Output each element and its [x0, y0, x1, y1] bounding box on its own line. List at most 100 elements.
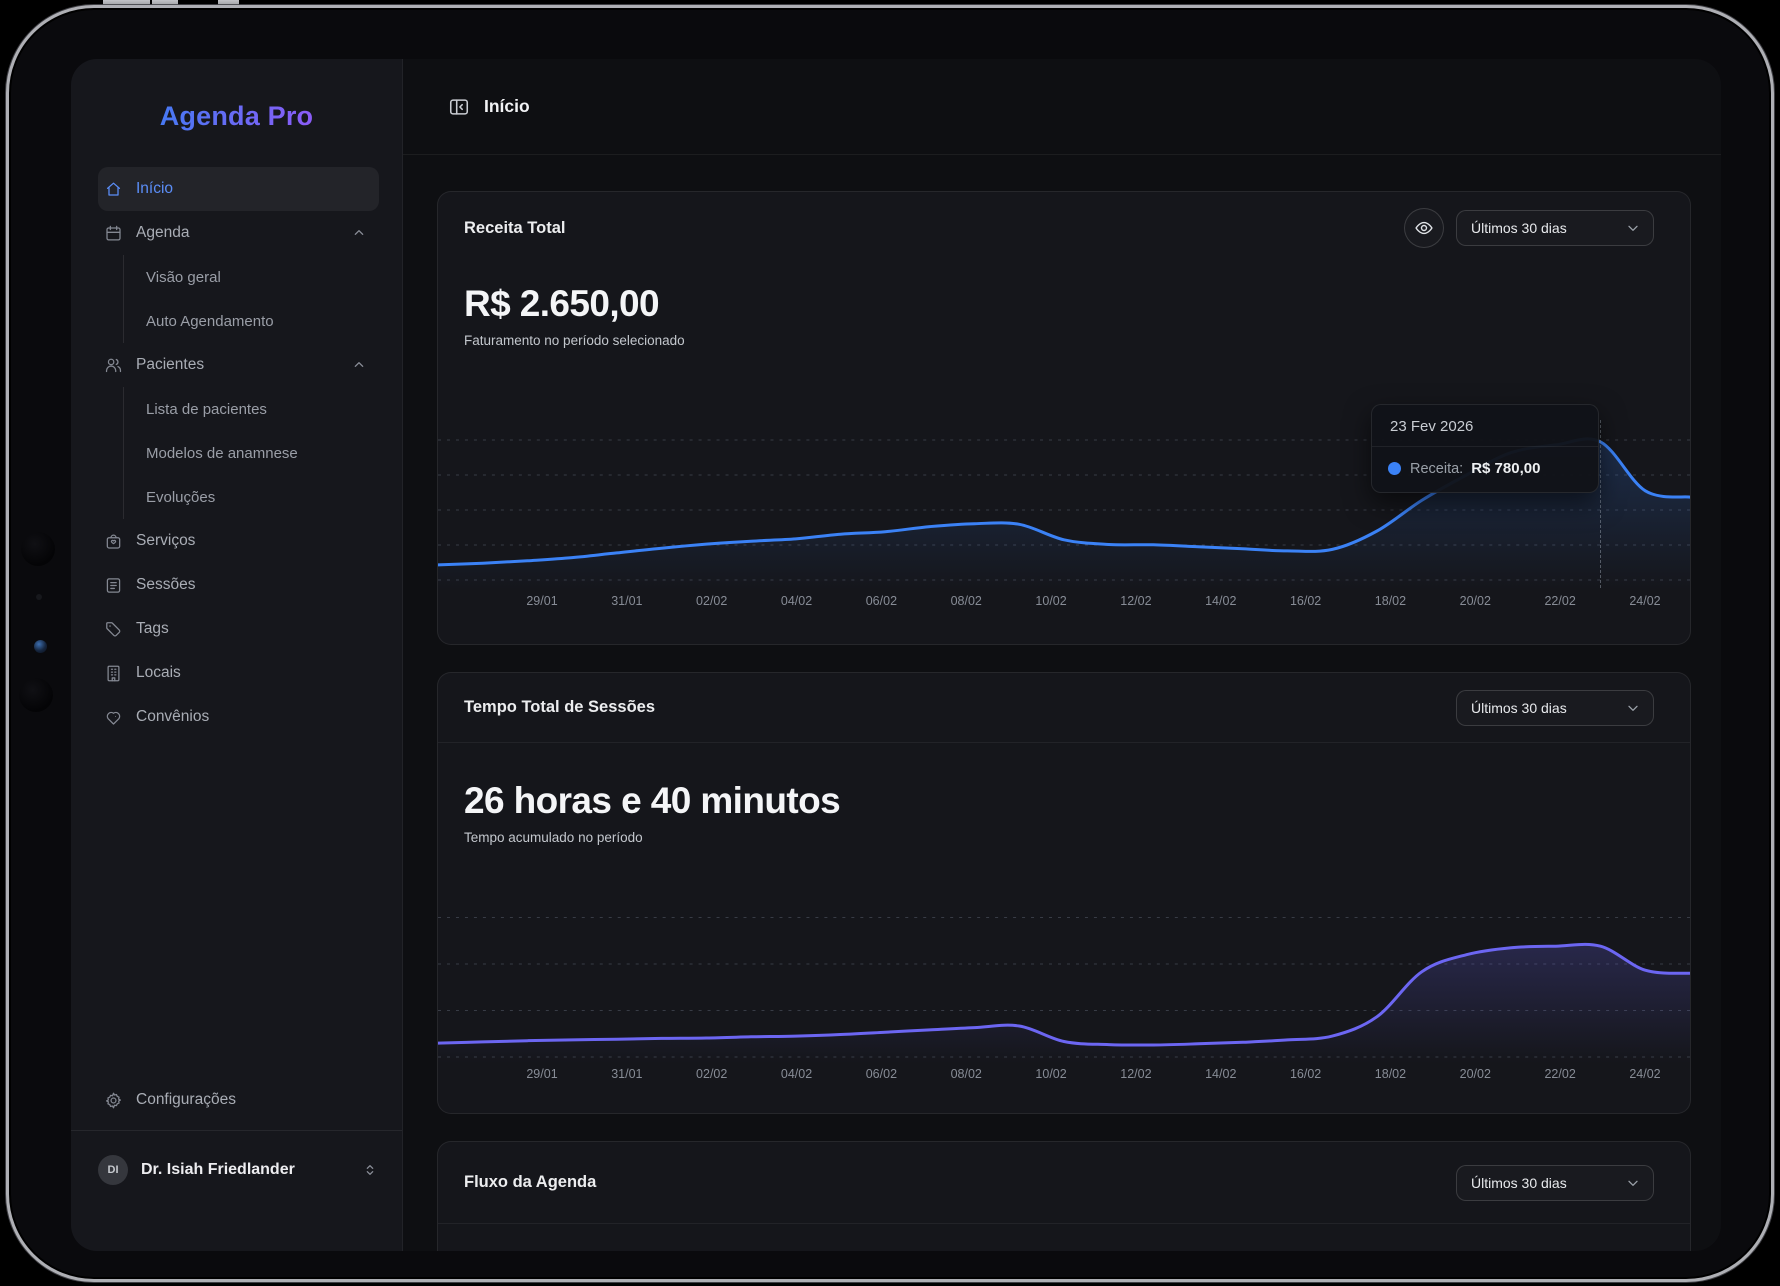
card-title: Fluxo da Agenda: [464, 1173, 596, 1192]
sidebar-spacer: [71, 739, 402, 1078]
series-dot-icon: [1388, 462, 1401, 475]
x-axis-label: 10/02: [1030, 1067, 1072, 1089]
x-axis-label: 29/01: [521, 594, 563, 616]
x-axis-label: 08/02: [945, 1067, 987, 1089]
avatar: DI: [98, 1155, 128, 1185]
main-area: Início Receita Total: [403, 59, 1721, 1251]
x-axis-label: 22/02: [1539, 1067, 1581, 1089]
x-axis-labels: 29/0131/0102/0204/0206/0208/0210/0212/02…: [438, 1063, 1690, 1089]
tablet-mockup: Agenda Pro Início Agenda Visão geralAuto A…: [0, 0, 1780, 1286]
revenue-total-value: R$ 2.650,00: [438, 282, 1690, 326]
session-time-value: 26 horas e 40 minutos: [438, 779, 1690, 823]
session-time-card-header: Tempo Total de Sessões Últimos 30 dias: [438, 673, 1690, 743]
sidebar-subitem-lista-de-pacientes[interactable]: Lista de pacientes: [124, 387, 402, 431]
content: Receita Total Últimos 30 dias: [403, 155, 1721, 1251]
camera-lens-icon: [21, 532, 55, 566]
chevron-up-icon: [351, 225, 367, 241]
chevron-down-icon: [1625, 1175, 1641, 1191]
x-axis-label: 20/02: [1454, 594, 1496, 616]
sidebar-nav: Início Agenda Visão geralAuto AgendamentoP…: [71, 163, 402, 739]
date-range-value: Últimos 30 dias: [1471, 220, 1567, 236]
agenda-flow-card-header: Fluxo da Agenda Últimos 30 dias: [438, 1142, 1690, 1224]
date-range-select[interactable]: Últimos 30 dias: [1456, 1165, 1654, 1201]
app-screen: Agenda Pro Início Agenda Visão geralAuto A…: [71, 59, 1721, 1251]
divider: [71, 1130, 402, 1131]
agenda-flow-body: [438, 1224, 1690, 1251]
x-axis-label: 02/02: [691, 594, 733, 616]
chevron-down-icon: [1625, 220, 1641, 236]
camera-dot-icon: [36, 594, 42, 600]
user-name: Dr. Isiah Friedlander: [141, 1161, 295, 1179]
sidebar-bottom: Configurações DI Dr. Isiah Friedlander: [71, 1078, 402, 1251]
sidebar-subitem-evolucoes[interactable]: Evoluções: [124, 475, 402, 519]
sidebar-item-configuracoes[interactable]: Configurações: [98, 1078, 379, 1122]
sidebar-item-label: Início: [136, 180, 173, 198]
camera-lens-icon: [19, 678, 53, 712]
sidebar-item-label: Tags: [136, 620, 169, 638]
session-time-card: Tempo Total de Sessões Últimos 30 dias: [437, 672, 1691, 1114]
session-time-subtitle: Tempo acumulado no período: [438, 829, 1690, 847]
tooltip-series-label: Receita:: [1410, 461, 1463, 477]
gear-icon: [104, 1091, 123, 1110]
x-axis-label: 08/02: [945, 594, 987, 616]
x-axis-label: 20/02: [1454, 1067, 1496, 1089]
sidebar-item-inicio[interactable]: Início: [98, 167, 379, 211]
file-icon: [104, 576, 123, 595]
sidebar-item-locais[interactable]: Locais: [98, 651, 379, 695]
tag-icon: [104, 620, 123, 639]
camera-sensor-icon: [34, 640, 47, 653]
x-axis-label: 04/02: [776, 1067, 818, 1089]
x-axis-label: 12/02: [1115, 594, 1157, 616]
x-axis-label: 18/02: [1369, 1067, 1411, 1089]
x-axis-label: 06/02: [860, 594, 902, 616]
sidebar-item-convenios[interactable]: Convênios: [98, 695, 379, 739]
x-axis-label: 16/02: [1285, 594, 1327, 616]
page-title: Início: [484, 96, 530, 117]
sidebar-item-label: Configurações: [136, 1091, 236, 1109]
app-logo-text: Agenda Pro: [160, 101, 314, 132]
visibility-toggle-button[interactable]: [1404, 208, 1444, 248]
revenue-chart[interactable]: 23 Fev 2026 Receita: R$ 780,00: [438, 416, 1690, 590]
chart-crosshair: [1600, 420, 1601, 588]
revenue-card: Receita Total Últimos 30 dias: [437, 191, 1691, 645]
chevron-down-icon: [1625, 700, 1641, 716]
sidebar-item-agenda[interactable]: Agenda: [98, 211, 379, 255]
x-axis-label: 24/02: [1624, 594, 1666, 616]
x-axis-label: 31/01: [606, 594, 648, 616]
sidebar-item-pacientes[interactable]: Pacientes: [98, 343, 379, 387]
sidebar-collapse-icon[interactable]: [448, 96, 470, 118]
sidebar-item-label: Serviços: [136, 532, 195, 550]
user-menu[interactable]: DI Dr. Isiah Friedlander: [71, 1139, 402, 1201]
sidebar-item-tags[interactable]: Tags: [98, 607, 379, 651]
calendar-icon: [104, 224, 123, 243]
x-axis-label: 10/02: [1030, 594, 1072, 616]
sidebar-item-servicos[interactable]: Serviços: [98, 519, 379, 563]
sidebar-item-label: Agenda: [136, 224, 189, 242]
date-range-value: Últimos 30 dias: [1471, 1175, 1567, 1191]
sidebar: Agenda Pro Início Agenda Visão geralAuto A…: [71, 59, 403, 1251]
sidebar-subitem-modelos-de-anamnese[interactable]: Modelos de anamnese: [124, 431, 402, 475]
sidebar-item-label: Convênios: [136, 708, 209, 726]
topbar: Início: [403, 59, 1721, 155]
date-range-select[interactable]: Últimos 30 dias: [1456, 690, 1654, 726]
date-range-select[interactable]: Últimos 30 dias: [1456, 210, 1654, 246]
chevron-up-icon: [351, 357, 367, 373]
x-axis-label: 02/02: [691, 1067, 733, 1089]
x-axis-label: 29/01: [521, 1067, 563, 1089]
x-axis-label: 22/02: [1539, 594, 1581, 616]
home-icon: [104, 180, 123, 199]
sidebar-subitem-visao-geral[interactable]: Visão geral: [124, 255, 402, 299]
tablet-frame: Agenda Pro Início Agenda Visão geralAuto A…: [6, 5, 1774, 1282]
sidebar-subnav-agenda: Visão geralAuto Agendamento: [123, 255, 402, 343]
eye-icon: [1414, 218, 1434, 238]
session-time-chart[interactable]: [438, 895, 1690, 1063]
users-icon: [104, 356, 123, 375]
sidebar-item-sessoes[interactable]: Sessões: [98, 563, 379, 607]
building-icon: [104, 664, 123, 683]
heart-icon: [104, 708, 123, 727]
x-axis-label: 31/01: [606, 1067, 648, 1089]
tooltip-date: 23 Fev 2026: [1372, 405, 1598, 447]
sidebar-item-label: Locais: [136, 664, 181, 682]
sidebar-subitem-auto-agendamento[interactable]: Auto Agendamento: [124, 299, 402, 343]
x-axis-label: 12/02: [1115, 1067, 1157, 1089]
